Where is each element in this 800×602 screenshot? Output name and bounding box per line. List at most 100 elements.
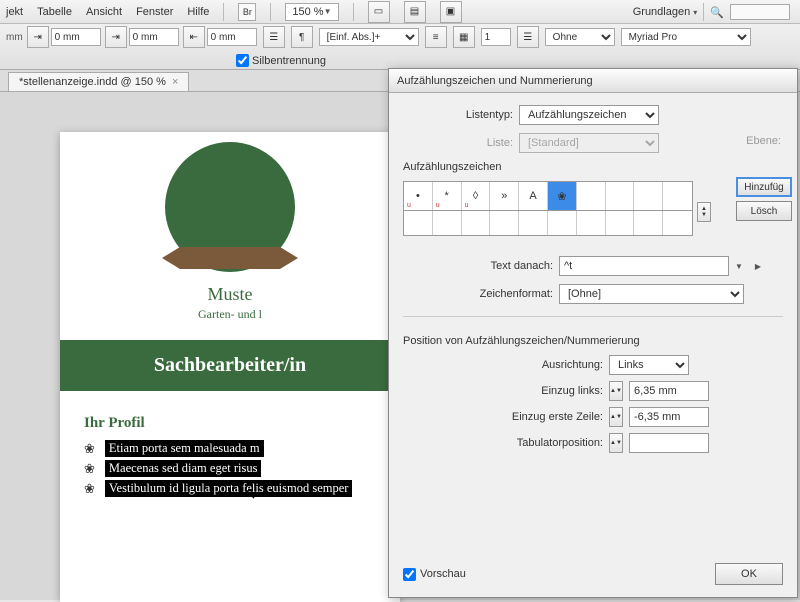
liste-label: Liste: (403, 137, 513, 149)
glyph-cell-selected[interactable]: ❀ (548, 182, 577, 210)
logo-circle (165, 142, 295, 272)
align-icon[interactable]: ≡ (425, 26, 447, 48)
menu-item[interactable]: jekt (6, 6, 23, 18)
glyph-cell[interactable] (404, 211, 433, 235)
flyout-icon[interactable]: ▶ (755, 262, 761, 271)
bullet-icon: ❀ (84, 461, 95, 477)
glyph-cell[interactable]: » (490, 182, 519, 210)
cols-field[interactable] (481, 28, 511, 46)
glyph-section-head: Aufzählungszeichen (403, 161, 783, 175)
ausrichtung-label: Ausrichtung: (403, 359, 603, 371)
grid-icon[interactable]: ▦ (453, 26, 475, 48)
indent-right[interactable] (207, 28, 257, 46)
para-icon[interactable]: ¶ (291, 26, 313, 48)
title-band: Sachbearbeiter/in (60, 340, 400, 391)
glyph-cell[interactable] (577, 211, 606, 235)
document-tab[interactable]: *stellenanzeige.indd @ 150 % × (8, 72, 189, 91)
indent-left[interactable] (51, 28, 101, 46)
arrange-icon[interactable]: ▤ (404, 1, 426, 23)
font-select[interactable]: Myriad Pro (621, 28, 751, 46)
span-select[interactable]: Ohne (545, 28, 615, 46)
logo-area: Muste Garten- und l (60, 132, 400, 322)
glyph-cell[interactable] (606, 211, 635, 235)
tabpos-input[interactable] (629, 433, 709, 453)
stepper[interactable]: ▲▼ (609, 381, 623, 401)
menu-item[interactable]: Hilfe (187, 6, 209, 18)
glyph-cell[interactable] (577, 182, 606, 210)
page[interactable]: Muste Garten- und l Sachbearbeiter/in Ih… (60, 132, 400, 602)
indent-first[interactable] (129, 28, 179, 46)
indent-first-icon[interactable]: ⇥ (105, 26, 127, 48)
bullets-dialog: Aufzählungszeichen und Nummerierung List… (388, 68, 798, 598)
list-item[interactable]: ❀ Etiam porta sem malesuada m (84, 440, 376, 457)
bullet-text: Maecenas sed diam eget risus (105, 460, 262, 477)
tabpos-label: Tabulatorposition: (403, 437, 603, 449)
glyph-cell[interactable] (634, 182, 663, 210)
ausrichtung-select[interactable]: Links (609, 355, 689, 375)
bridge-icon[interactable]: Br (238, 3, 256, 21)
liste-select: [Standard] (519, 133, 659, 153)
einzug-links-input[interactable] (629, 381, 709, 401)
glyph-cell[interactable] (634, 211, 663, 235)
brand-sub: Garten- und l (60, 307, 400, 322)
columns-icon[interactable]: ☰ (263, 26, 285, 48)
listentyp-select[interactable]: Aufzählungszeichen (519, 105, 659, 125)
logo-banner (180, 247, 280, 269)
glyph-cell[interactable] (490, 211, 519, 235)
para-style-select[interactable]: [Einf. Abs.]+ (319, 28, 419, 46)
indent-left-icon[interactable]: ⇥ (27, 26, 49, 48)
bullet-text: Vestibulum id ligula porta felis euismod… (105, 480, 353, 497)
search-icon: 🔍 (710, 6, 724, 19)
tab-label: *stellenanzeige.indd @ 150 % (19, 76, 166, 88)
text-danach-label: Text danach: (403, 260, 553, 272)
stepper[interactable]: ▲▼ (609, 433, 623, 453)
stepper[interactable]: ▲▼ (609, 407, 623, 427)
bullet-icon: ❀ (84, 481, 95, 497)
zoom-field[interactable]: 150 % ▼ (285, 3, 338, 21)
position-section-head: Position von Aufzählungszeichen/Nummerie… (403, 335, 783, 349)
glyph-cell[interactable]: •u (404, 182, 433, 210)
einzug-links-label: Einzug links: (403, 385, 603, 397)
unit-label: mm (6, 32, 23, 43)
ok-button[interactable]: OK (715, 563, 783, 585)
glyph-cell[interactable] (663, 182, 692, 210)
glyph-cell[interactable] (606, 182, 635, 210)
list-item[interactable]: ❀ Maecenas sed diam eget risus (84, 460, 376, 477)
search-input[interactable] (730, 4, 790, 20)
brand-name: Muste (60, 284, 400, 305)
zeichenformat-select[interactable]: [Ohne] (559, 284, 744, 304)
glyph-cell[interactable] (519, 211, 548, 235)
indent-right-icon[interactable]: ⇤ (183, 26, 205, 48)
einzug-erste-label: Einzug erste Zeile: (403, 411, 603, 423)
glyph-cell[interactable] (433, 211, 462, 235)
menu-item[interactable]: Tabelle (37, 6, 72, 18)
bullet-text: Etiam porta sem malesuada m (105, 440, 264, 457)
hyphenation-check[interactable]: Silbentrennung (236, 54, 326, 67)
workspace-switcher[interactable]: Grundlagen ▾ (633, 6, 698, 18)
dialog-title: Aufzählungszeichen und Nummerierung (389, 69, 797, 93)
glyph-cell[interactable] (663, 211, 692, 235)
screen-mode-icon[interactable]: ▣ (440, 1, 462, 23)
glyph-scroll[interactable]: ▲▼ (697, 202, 711, 222)
vorschau-check[interactable]: Vorschau (403, 568, 466, 581)
glyph-cell[interactable]: *u (433, 182, 462, 210)
view-mode-icon[interactable]: ▭ (368, 1, 390, 23)
hinzufuegen-button[interactable]: Hinzufüg (736, 177, 792, 197)
ebene-label: Ebene: (746, 135, 781, 147)
menu-item[interactable]: Fenster (136, 6, 173, 18)
menu-item[interactable]: Ansicht (86, 6, 122, 18)
bullet-icon: ❀ (84, 441, 95, 457)
glyph-cell[interactable]: ◊u (462, 182, 491, 210)
loeschen-button[interactable]: Lösch (736, 201, 792, 221)
dropdown-icon[interactable]: ▼ (735, 262, 743, 271)
close-icon[interactable]: × (172, 76, 178, 88)
text-danach-input[interactable] (559, 256, 729, 276)
zeichenformat-label: Zeichenformat: (403, 288, 553, 300)
menubar: jekt Tabelle Ansicht Fenster Hilfe Br 15… (0, 0, 800, 24)
glyph-cell[interactable] (462, 211, 491, 235)
einzug-erste-input[interactable] (629, 407, 709, 427)
glyph-cell[interactable] (548, 211, 577, 235)
list-item[interactable]: ❀ Vestibulum id ligula porta felis euismo… (84, 480, 376, 497)
glyph-cell[interactable]: A (519, 182, 548, 210)
span-icon[interactable]: ☰ (517, 26, 539, 48)
